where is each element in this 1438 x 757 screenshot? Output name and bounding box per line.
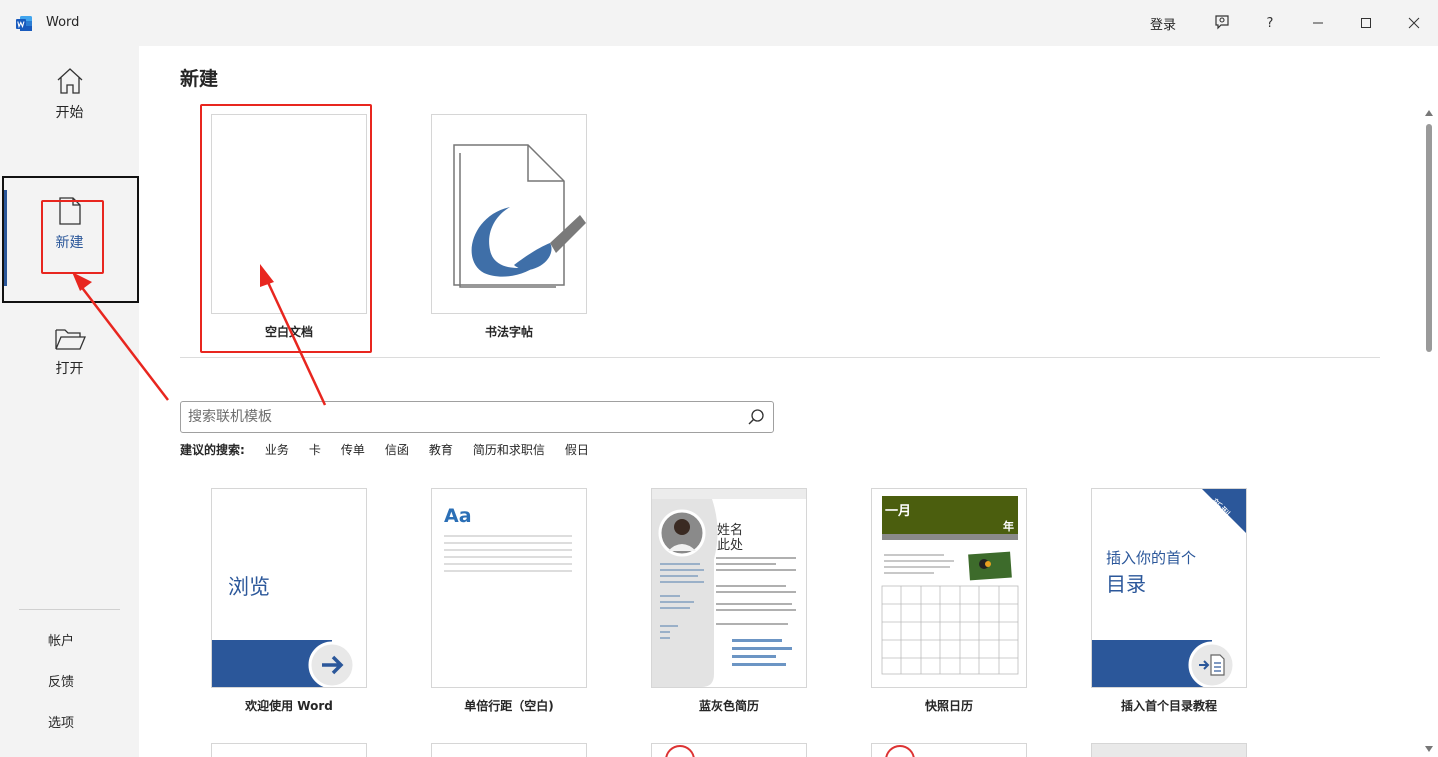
maximize-button[interactable] — [1342, 0, 1390, 46]
suggested-search-link[interactable]: 业务 — [265, 441, 289, 458]
insert-toc-icon — [1188, 641, 1236, 687]
nav-account[interactable]: 帐户 — [48, 630, 74, 649]
welcome-thumbnail: 浏览 — [211, 488, 367, 688]
suggested-search-link[interactable]: 卡 — [309, 441, 321, 458]
close-button[interactable] — [1390, 0, 1438, 46]
suggested-search-link[interactable]: 假日 — [565, 441, 589, 458]
left-navigation: 开始 新建 打开 帐户 反馈 选项 — [0, 46, 139, 757]
feedback-icon — [1215, 15, 1229, 30]
partial-circle-graphic — [885, 745, 915, 757]
nav-divider — [19, 609, 120, 610]
calendar-thumbnail: 一月 年 — [871, 488, 1027, 688]
template-search-box[interactable] — [180, 401, 774, 433]
word-logo-icon — [16, 16, 32, 31]
template-single-spaced[interactable]: Aa 单倍行距（空白) — [431, 488, 587, 714]
nav-feedback[interactable]: 反馈 — [48, 671, 74, 690]
help-button[interactable]: ? — [1246, 0, 1294, 46]
vertical-scrollbar[interactable] — [1420, 106, 1438, 757]
single-spaced-thumbnail: Aa — [431, 488, 587, 688]
maximize-icon — [1361, 18, 1371, 28]
calendar-thumb-year: 年 — [1003, 520, 1014, 533]
section-divider — [180, 357, 1380, 358]
arrow-right-icon — [308, 641, 356, 687]
resume-thumb-name2: 此处 — [717, 538, 744, 553]
text-lines-icon — [444, 535, 572, 572]
template-row-partial[interactable] — [431, 743, 587, 757]
close-icon — [1408, 17, 1420, 29]
template-label: 书法字帖 — [484, 325, 533, 339]
welcome-thumb-text: 浏览 — [228, 575, 270, 599]
template-calligraphy[interactable]: 书法字帖 — [431, 114, 587, 340]
nav-open-label: 打开 — [55, 361, 84, 377]
resume-thumbnail: 姓名 此处 — [651, 488, 807, 688]
calligraphy-brush-icon — [453, 144, 586, 288]
feedback-button[interactable] — [1198, 0, 1246, 46]
template-row-partial[interactable] — [1091, 743, 1247, 757]
template-label: 蓝灰色简历 — [698, 699, 759, 713]
window-controls: 登录 ? — [1150, 0, 1438, 46]
partial-circle-graphic — [665, 745, 695, 757]
scroll-thumb[interactable] — [1426, 124, 1432, 352]
template-label: 插入首个目录教程 — [1120, 699, 1217, 713]
sign-in-link[interactable]: 登录 — [1150, 14, 1176, 33]
nav-home-label: 开始 — [55, 105, 84, 121]
nav-options[interactable]: 选项 — [48, 712, 74, 731]
nav-home[interactable]: 开始 — [0, 46, 139, 142]
suggested-search-link[interactable]: 传单 — [341, 441, 365, 458]
template-welcome-to-word[interactable]: 浏览 欢迎使用 Word — [211, 488, 367, 714]
suggested-searches-label: 建议的搜索: — [180, 443, 245, 457]
suggested-search-link[interactable]: 教育 — [429, 441, 453, 458]
template-blue-grey-resume[interactable]: 姓名 此处 蓝灰色简历 — [651, 488, 807, 714]
template-row-partial[interactable] — [871, 743, 1027, 757]
template-row-partial[interactable] — [651, 743, 807, 757]
toc-thumb-line2: 目录 — [1106, 572, 1146, 596]
home-icon — [57, 68, 82, 94]
scroll-down-icon[interactable] — [1425, 746, 1433, 752]
title-bar: Word 登录 ? — [0, 0, 1438, 46]
annotation-highlight-blank — [200, 104, 372, 353]
minimize-button[interactable] — [1294, 0, 1342, 46]
search-icon[interactable] — [747, 408, 765, 426]
template-label: 快照日历 — [924, 699, 973, 713]
page-title: 新建 — [180, 68, 219, 90]
calligraphy-thumbnail — [431, 114, 587, 314]
app-title: Word — [46, 15, 80, 30]
single-spaced-thumb-text: Aa — [444, 505, 472, 527]
template-search-input[interactable] — [181, 402, 721, 432]
template-snapshot-calendar[interactable]: 一月 年 快照日历 — [871, 488, 1027, 714]
nav-open[interactable]: 打开 — [0, 304, 139, 400]
open-folder-icon — [54, 329, 86, 350]
annotation-highlight-new — [41, 200, 104, 274]
template-label: 欢迎使用 Word — [245, 699, 333, 713]
minimize-icon — [1313, 22, 1323, 24]
suggested-search-link[interactable]: 简历和求职信 — [473, 441, 545, 458]
toc-thumb-line1: 插入你的首个 — [1106, 549, 1197, 567]
suggested-search-link[interactable]: 信函 — [385, 441, 409, 458]
template-row-partial[interactable] — [211, 743, 367, 757]
calendar-thumb-month: 一月 — [885, 504, 912, 519]
template-insert-toc[interactable]: 新型 插入你的首个 目录 插入首个目录教程 — [1091, 488, 1247, 714]
suggested-searches: 建议的搜索: 业务 卡 传单 信函 教育 简历和求职信 假日 — [180, 441, 609, 458]
scroll-up-icon[interactable] — [1425, 110, 1433, 116]
calendar-grid-graphic — [881, 534, 1019, 675]
template-label: 单倍行距（空白) — [464, 699, 554, 713]
toc-thumbnail: 新型 插入你的首个 目录 — [1091, 488, 1247, 688]
